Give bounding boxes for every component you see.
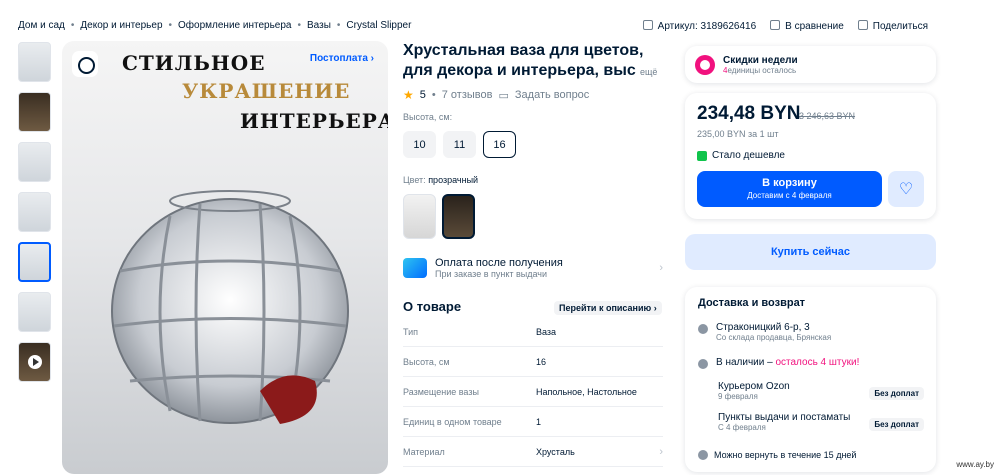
color-value: прозрачный [428, 175, 479, 185]
breadcrumb-separator: • [70, 20, 75, 31]
copy-icon [642, 20, 653, 30]
ask-question-link[interactable]: Задать вопрос [515, 89, 589, 101]
spec-row: Тип Ваза [403, 317, 663, 347]
share-button[interactable]: Поделиться [857, 20, 928, 32]
sale-stock: 4единицы осталось [723, 65, 797, 75]
price-card: 234,48 BYN 3 246,63 BYN 235,00 BYN за 1 … [685, 93, 936, 219]
add-to-cart-button[interactable]: В корзину Доставим с 4 февраля [697, 171, 882, 207]
height-selector: 10 11 16 [403, 131, 516, 158]
buy-now-button[interactable]: Купить сейчас [685, 234, 936, 270]
spec-row: Размещение вазы Напольное, Настольное [403, 377, 663, 407]
current-price: 234,48 BYN [697, 103, 801, 124]
rating-row: ★ 5 • 7 отзывов ▭ Задать вопрос [403, 88, 589, 102]
compare-button[interactable]: В сравнение [770, 20, 844, 32]
thumbnail[interactable] [18, 192, 51, 232]
breadcrumb-item[interactable]: Оформление интерьера [178, 20, 291, 31]
breadcrumb-separator: • [168, 20, 173, 31]
pickup-tag: Без доплат [869, 418, 924, 431]
breadcrumb-item[interactable]: Декор и интерьер [80, 20, 162, 31]
go-to-description-link[interactable]: Перейти к описанию › [554, 301, 662, 315]
unit-price: 235,00 BYN за 1 шт [697, 129, 779, 139]
compare-icon [770, 20, 781, 30]
color-option[interactable] [403, 194, 436, 239]
courier-tag: Без доплат [869, 387, 924, 400]
breadcrumb: Дом и сад • Декор и интерьер • Оформление … [18, 20, 411, 31]
star-icon: ★ [403, 88, 414, 102]
image-text-line3: ИНТЕРЬЕРА [240, 109, 388, 133]
delivery-address[interactable]: Страконицкий 6-р, 3 Со склада продавца, Б… [698, 322, 923, 342]
height-label: Высота, см: [403, 112, 453, 122]
color-selector [403, 194, 475, 239]
return-icon [698, 450, 708, 460]
about-heading: О товаре [403, 299, 462, 314]
payment-after-delivery[interactable]: Оплата после получения При заказе в пунк… [403, 257, 663, 279]
location-pin-icon [698, 324, 708, 334]
payment-subtitle: При заказе в пункт выдачи [435, 269, 548, 279]
card-icon [403, 258, 427, 278]
breadcrumb-separator: • [336, 20, 341, 31]
breadcrumb-separator: • [297, 20, 301, 31]
height-option[interactable]: 11 [443, 131, 476, 158]
chevron-right-icon: › [659, 262, 663, 274]
crystal-vase-illustration [111, 190, 349, 424]
chat-icon: ▭ [498, 89, 509, 102]
watermark: www.ay.by [956, 460, 994, 469]
height-option[interactable]: 10 [403, 131, 436, 158]
product-actions: Артикул: 3189626416 В сравнение Поделить… [642, 20, 928, 32]
sale-title: Скидки недели [723, 54, 798, 66]
thumbnail[interactable] [18, 292, 51, 332]
image-text-line1: СТИЛЬНОЕ [122, 51, 266, 75]
share-icon [857, 20, 868, 30]
reviews-link[interactable]: 7 отзывов [442, 89, 493, 101]
specs-table: Тип Ваза Высота, см 16 Размещение вазы Напо… [403, 317, 663, 467]
check-icon [698, 359, 708, 369]
thumbnail[interactable] [18, 142, 51, 182]
delivery-card: Доставка и возврат Страконицкий 6-р, 3 Со… [685, 287, 936, 472]
chevron-right-icon: › [659, 445, 663, 458]
product-title: Хрустальная ваза для цветов, для декора … [403, 42, 644, 79]
image-text-line2: УКРАШЕНИЕ [182, 79, 351, 103]
price-drop-note[interactable]: Стало дешевле [697, 150, 785, 161]
thumbnail-selected[interactable] [18, 242, 51, 282]
color-option-selected[interactable] [442, 194, 475, 239]
spec-row[interactable]: Материал Хрусталь › [403, 437, 663, 467]
delivery-heading: Доставка и возврат [698, 297, 806, 309]
rating-value: 5 [419, 89, 426, 101]
postpay-badge[interactable]: Постоплата › [310, 53, 374, 64]
breadcrumb-item[interactable]: Дом и сад [18, 20, 65, 31]
return-policy[interactable]: Можно вернуть в течение 15 дней [698, 450, 856, 460]
visual-search-icon[interactable] [72, 51, 98, 77]
rating-separator: • [431, 89, 436, 101]
thumbnail[interactable] [18, 42, 51, 82]
thumbnail-list [18, 42, 53, 392]
title-more-link[interactable]: ещё [640, 67, 657, 77]
play-icon [28, 355, 42, 369]
sale-icon [695, 54, 715, 75]
breadcrumb-item[interactable]: Вазы [307, 20, 331, 31]
product-main-image[interactable]: Постоплата › СТИЛЬНОЕ УКРАШЕНИЕ ИНТЕРЬЕР… [62, 41, 388, 474]
payment-title: Оплата после получения [435, 257, 563, 269]
thumbnail[interactable] [18, 92, 51, 132]
spec-row: Единиц в одном товаре 1 [403, 407, 663, 437]
old-price: 3 246,63 BYN [799, 111, 856, 121]
video-thumbnail[interactable] [18, 342, 51, 382]
article-number: Артикул: 3189626416 [642, 20, 756, 32]
color-label: Цвет: прозрачный [403, 175, 479, 185]
arrow-down-icon [697, 150, 707, 161]
stock-status: В наличии – осталось 4 штуки! [698, 357, 923, 369]
height-option-selected[interactable]: 16 [483, 131, 516, 158]
weekly-sale-banner[interactable]: Скидки недели 4единицы осталось [685, 46, 936, 83]
heart-icon[interactable]: ♡ [888, 171, 924, 207]
breadcrumb-item[interactable]: Crystal Slipper [346, 20, 411, 31]
spec-row: Высота, см 16 [403, 347, 663, 377]
